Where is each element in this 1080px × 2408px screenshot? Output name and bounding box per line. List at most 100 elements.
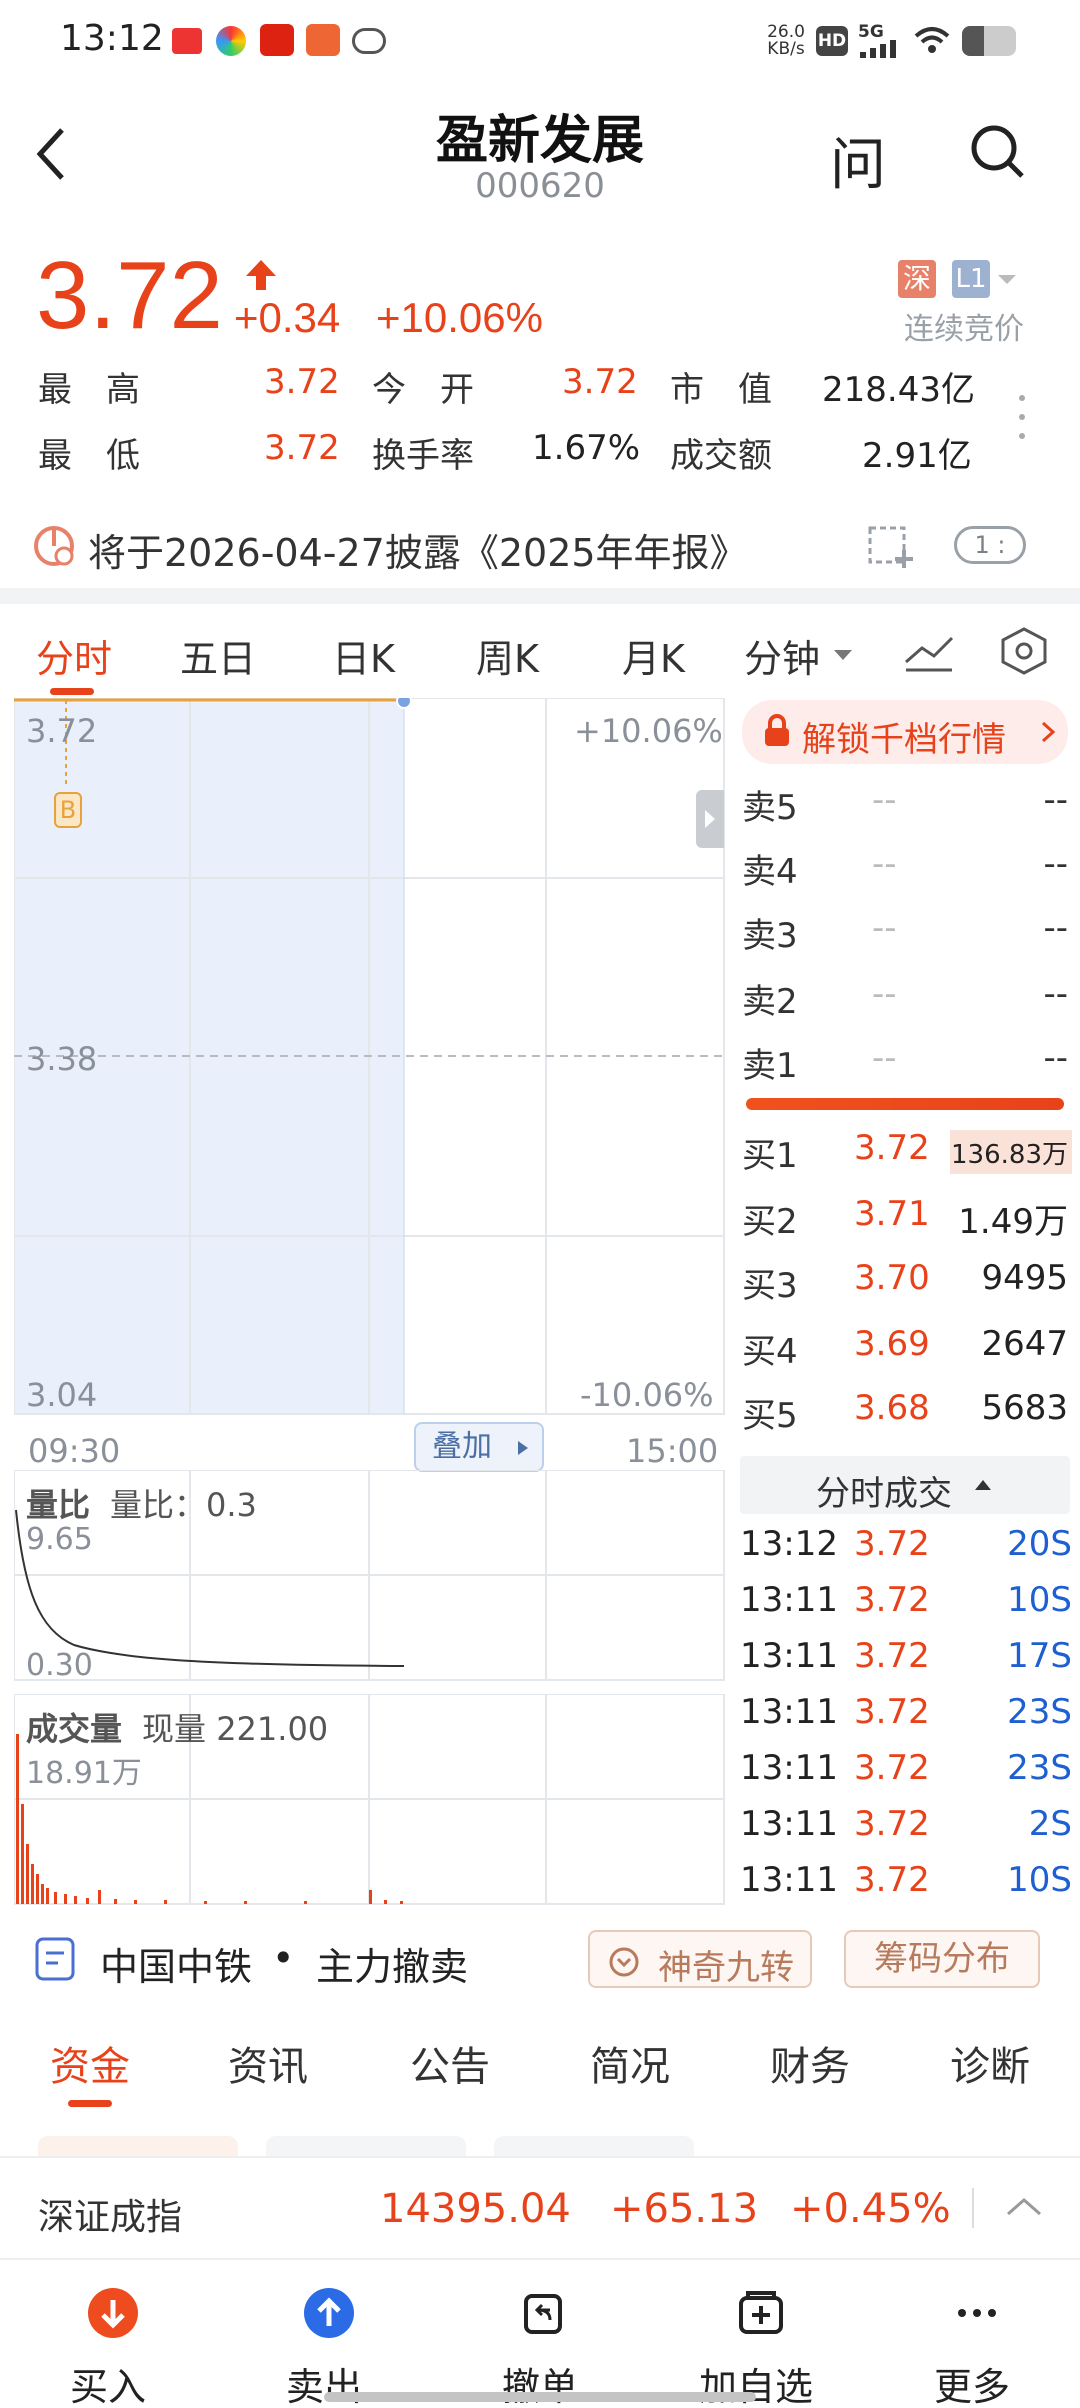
search-icon[interactable]: [968, 122, 1028, 182]
tick-row: 13:11 3.72 10S: [740, 1860, 1072, 1900]
tick-row: 13:12 3.72 20S: [740, 1524, 1072, 1564]
chevron-down-icon[interactable]: [996, 272, 1018, 288]
bid-row[interactable]: 买4 3.69 2647: [742, 1316, 1072, 1380]
indicator-icon[interactable]: [902, 626, 956, 676]
gesture-bar: [324, 2392, 756, 2402]
bid-row[interactable]: 买5 3.68 5683: [742, 1380, 1072, 1444]
chevron-down-icon[interactable]: [832, 648, 854, 664]
up-arrow-icon: [246, 260, 276, 290]
tab-funds[interactable]: 资金: [50, 2034, 130, 2092]
chip-distribution-button[interactable]: 筹码分布: [844, 1930, 1040, 1988]
section-tabs: 资金 资讯 公告 简况 财务 诊断: [0, 2014, 1080, 2114]
buy-label: 买入: [69, 2365, 146, 2408]
notice-bar[interactable]: 将于2026-04-27披露《2025年年报》 1 :: [0, 506, 1080, 584]
level-tag[interactable]: L1: [952, 260, 990, 298]
notice-count-badge[interactable]: 1 :: [954, 526, 1026, 564]
placeholder-card: [38, 2136, 238, 2156]
price-change: +0.34: [234, 294, 341, 341]
cancel-order-icon: [520, 2288, 570, 2338]
tab-daily-k[interactable]: 日K: [332, 628, 395, 683]
tick-row: 13:11 3.72 2S: [740, 1804, 1072, 1844]
lock-icon: [765, 714, 789, 746]
ask-row[interactable]: 卖2 -- --: [742, 966, 1072, 1030]
tab-minute[interactable]: 分钟: [744, 628, 820, 683]
y-axis-top: 3.72: [26, 712, 98, 750]
overlay-button[interactable]: 叠加: [414, 1422, 544, 1472]
ticks-header-label: 分时成交: [816, 1474, 952, 1514]
vol-ratio-label: 量比：0.3: [110, 1486, 257, 1524]
stat-value: 3.72: [264, 362, 340, 402]
tick-row: 13:11 3.72 17S: [740, 1636, 1072, 1676]
expand-handle[interactable]: [696, 790, 724, 848]
bid-row[interactable]: 买1 3.72 136.83万: [742, 1120, 1072, 1184]
status-time: 13:12: [60, 18, 164, 59]
tab-weekly-k[interactable]: 周K: [476, 628, 539, 683]
ticks-header[interactable]: 分时成交: [740, 1456, 1070, 1514]
news-dot: •: [272, 1936, 295, 1980]
buy-icon: [88, 2288, 138, 2338]
tab-financials[interactable]: 财务: [770, 2034, 850, 2092]
stat-value: 3.72: [264, 428, 340, 468]
chevron-right-icon: [1041, 721, 1056, 743]
bid-row[interactable]: 买3 3.70 9495: [742, 1250, 1072, 1314]
pct-axis-bottom: -10.06%: [580, 1376, 714, 1414]
trade-mode: 连续竞价: [904, 312, 1024, 347]
more-icon: [952, 2288, 1002, 2338]
tab-diagnosis[interactable]: 诊断: [950, 2034, 1030, 2092]
time-start: 09:30: [28, 1432, 121, 1470]
toutiao-icon: [172, 28, 202, 54]
stat-label: 成交额: [670, 436, 772, 476]
tab-timeshare[interactable]: 分时: [36, 628, 112, 683]
unlock-depth-button[interactable]: 解锁千档行情: [742, 700, 1068, 764]
stat-label: 今 开: [372, 370, 474, 410]
sort-up-icon: [975, 1480, 991, 1490]
stock-code: 000620: [475, 166, 605, 206]
vol-ratio-title: 量比: [26, 1486, 91, 1524]
tab-monthly-k[interactable]: 月K: [622, 628, 685, 683]
news-stock: 中国中铁: [100, 1945, 253, 1989]
vol-ratio-min: 0.30: [26, 1648, 93, 1683]
tab-news[interactable]: 资讯: [228, 2034, 308, 2092]
chevron-up-icon[interactable]: [1004, 2194, 1044, 2220]
vol-ratio-max: 9.65: [26, 1522, 93, 1557]
stat-label: 换手率: [372, 436, 474, 476]
cancel-order-button[interactable]: 撤单: [470, 2268, 610, 2408]
stat-label: 最 低: [38, 436, 140, 476]
settings-icon[interactable]: [998, 626, 1050, 676]
ask-row[interactable]: 卖5 -- --: [742, 772, 1072, 836]
tab-profile[interactable]: 简况: [590, 2034, 670, 2092]
volume-max: 18.91万: [26, 1756, 142, 1791]
wechat-icon: [352, 28, 386, 54]
bid-ask-ratio-bar: [746, 1098, 1064, 1110]
notice-text: 将于2026-04-27披露《2025年年报》: [88, 531, 748, 575]
volume-title: 成交量: [26, 1710, 123, 1748]
ask-row[interactable]: 卖3 -- --: [742, 900, 1072, 964]
play-icon: [518, 1441, 528, 1455]
bid-row[interactable]: 买2 3.71 1.49万: [742, 1186, 1072, 1250]
sell-button[interactable]: 卖出: [254, 2268, 394, 2408]
magic-nine-label: 神奇九转: [658, 1948, 794, 1988]
unlock-label: 解锁千档行情: [802, 720, 1006, 760]
buy-button[interactable]: 买入: [38, 2268, 178, 2408]
buy-marker[interactable]: B: [54, 792, 82, 828]
tab-5day[interactable]: 五日: [180, 628, 256, 683]
ask-row[interactable]: 卖4 -- --: [742, 836, 1072, 900]
index-pct: +0.45%: [790, 2186, 951, 2232]
tab-underline: [50, 688, 94, 695]
add-widget-icon[interactable]: [866, 520, 916, 570]
back-icon[interactable]: [32, 124, 72, 184]
market-tag: 深: [898, 260, 936, 298]
magic-nine-button[interactable]: 神奇九转: [588, 1930, 812, 1988]
price-chart[interactable]: [14, 698, 726, 1418]
tick-row: 13:11 3.72 23S: [740, 1748, 1072, 1788]
index-bar[interactable]: 深证成指 14395.04 +65.13 +0.45%: [0, 2156, 1080, 2260]
ask-row[interactable]: 卖1 -- --: [742, 1030, 1072, 1094]
add-watchlist-button[interactable]: 加自选: [686, 2268, 826, 2408]
tab-announcements[interactable]: 公告: [410, 2034, 490, 2092]
status-bar: 13:12 26.0 KB/s HD 5G: [0, 0, 1080, 84]
stat-value: 2.91亿: [862, 436, 972, 476]
news-bar[interactable]: 中国中铁 • 主力撤卖 神奇九转 筹码分布: [0, 1908, 1080, 2008]
more-button[interactable]: 更多: [902, 2268, 1042, 2408]
ask-button[interactable]: 问: [830, 120, 886, 201]
more-vertical-icon[interactable]: [1016, 392, 1028, 442]
